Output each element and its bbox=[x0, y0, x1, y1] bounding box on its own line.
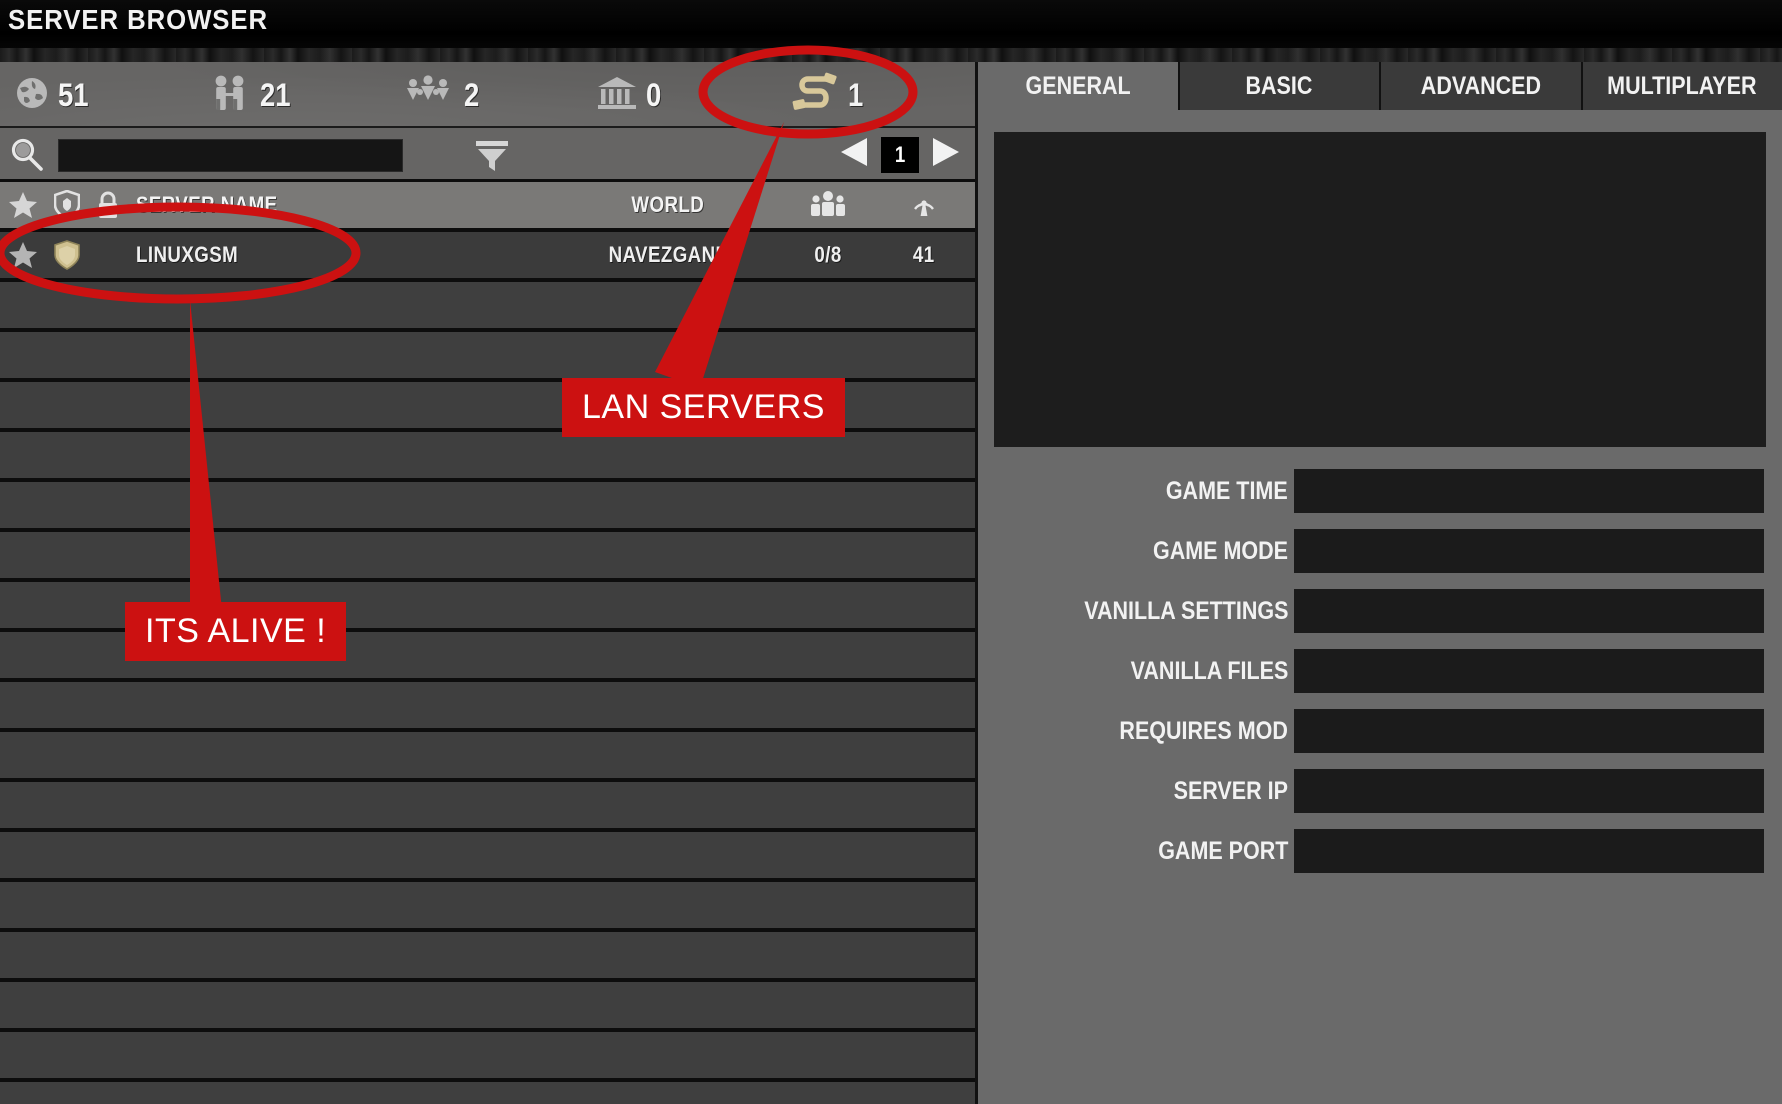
stat-value: 1 bbox=[848, 76, 864, 113]
column-header-world[interactable]: WORLD bbox=[563, 192, 773, 218]
list-item[interactable] bbox=[0, 1032, 975, 1078]
column-header-ping[interactable] bbox=[883, 187, 975, 224]
column-header-anticheat[interactable] bbox=[46, 190, 88, 220]
stat-value: 2 bbox=[464, 76, 480, 113]
stat-official-servers[interactable]: 0 bbox=[596, 62, 664, 128]
field-value bbox=[1294, 589, 1764, 633]
field-value bbox=[1294, 649, 1764, 693]
list-item[interactable] bbox=[0, 482, 975, 528]
detail-content: GAME TIME GAME MODE VANILLA SETTINGS VAN… bbox=[978, 110, 1782, 1104]
field-server-ip: SERVER IP bbox=[994, 769, 1766, 813]
favorite-toggle[interactable] bbox=[0, 241, 46, 269]
anticheat-shield-icon bbox=[46, 240, 88, 270]
list-item[interactable] bbox=[0, 982, 975, 1028]
prev-page-button[interactable] bbox=[837, 136, 871, 173]
stat-value: 0 bbox=[646, 76, 662, 113]
server-browser-window: SERVER BROWSER 51 21 2 0 1 1 SERVER NAME… bbox=[0, 0, 1782, 1104]
column-header-server-name[interactable]: SERVER NAME bbox=[128, 192, 563, 218]
list-item[interactable] bbox=[0, 282, 975, 328]
field-label: SERVER IP bbox=[1173, 776, 1288, 805]
page-number: 1 bbox=[894, 141, 906, 167]
stat-lan-servers[interactable]: 1 bbox=[790, 62, 866, 128]
search-input[interactable] bbox=[58, 139, 403, 172]
field-value bbox=[1294, 769, 1764, 813]
callout-lan-servers: LAN SERVERS bbox=[562, 378, 845, 437]
next-page-button[interactable] bbox=[929, 136, 963, 173]
field-vanilla-settings: VANILLA SETTINGS bbox=[994, 589, 1766, 633]
list-item[interactable] bbox=[0, 782, 975, 828]
server-list-panel: 51 21 2 0 1 1 SERVER NAME WORLD LINUXGSM… bbox=[0, 62, 975, 1104]
server-count-stats-bar: 51 21 2 0 1 bbox=[0, 62, 975, 128]
funnel-filter-icon[interactable] bbox=[472, 138, 512, 179]
field-label: VANILLA FILES bbox=[1130, 656, 1288, 685]
field-label: REQUIRES MOD bbox=[1119, 716, 1288, 745]
pagination: 1 bbox=[837, 136, 963, 173]
tab-basic[interactable]: BASIC bbox=[1179, 62, 1381, 110]
field-label: GAME TIME bbox=[1166, 476, 1288, 505]
official-bank-icon bbox=[596, 74, 638, 117]
field-requires-mod: REQUIRES MOD bbox=[994, 709, 1766, 753]
page-title: SERVER BROWSER bbox=[8, 4, 269, 35]
field-game-port: GAME PORT bbox=[994, 829, 1766, 873]
tab-advanced[interactable]: ADVANCED bbox=[1381, 62, 1583, 110]
search-filter-row: 1 bbox=[0, 128, 975, 182]
server-list-header: SERVER NAME WORLD bbox=[0, 182, 975, 228]
decorative-texture-strip bbox=[0, 48, 1782, 62]
detail-tabs: GENERAL BASIC ADVANCED MULTIPLAYER bbox=[978, 62, 1782, 110]
stat-internet-servers[interactable]: 51 bbox=[14, 62, 94, 128]
callout-its-alive: ITS ALIVE ! bbox=[125, 602, 347, 661]
field-game-time: GAME TIME bbox=[994, 469, 1766, 513]
stat-value: 21 bbox=[260, 76, 291, 113]
field-label: VANILLA SETTINGS bbox=[1083, 596, 1288, 625]
server-description-preview bbox=[994, 132, 1766, 447]
list-item[interactable] bbox=[0, 832, 975, 878]
server-players-cell: 0/8 bbox=[814, 242, 842, 267]
table-row[interactable]: LINUXGSM NAVEZGANE 0/8 41 bbox=[0, 232, 975, 278]
globe-icon bbox=[14, 75, 50, 116]
stat-value: 51 bbox=[58, 76, 89, 113]
list-item[interactable] bbox=[0, 332, 975, 378]
stat-friends-servers[interactable]: 21 bbox=[208, 62, 296, 128]
server-details-panel: GENERAL BASIC ADVANCED MULTIPLAYER GAME … bbox=[978, 62, 1782, 1104]
field-value bbox=[1294, 829, 1764, 873]
lan-cable-icon bbox=[790, 71, 840, 120]
column-header-players[interactable] bbox=[773, 189, 883, 222]
list-item[interactable] bbox=[0, 682, 975, 728]
field-label: GAME MODE bbox=[1153, 536, 1288, 565]
server-name-cell[interactable]: LINUXGSM bbox=[128, 242, 563, 268]
column-header-password[interactable] bbox=[88, 190, 128, 220]
column-header-favorite[interactable] bbox=[0, 191, 46, 219]
clan-icon bbox=[400, 74, 456, 117]
list-item[interactable] bbox=[0, 732, 975, 778]
field-value bbox=[1294, 469, 1764, 513]
list-item[interactable] bbox=[0, 1082, 975, 1104]
field-game-mode: GAME MODE bbox=[994, 529, 1766, 573]
friends-icon bbox=[208, 74, 252, 117]
stat-clan-servers[interactable]: 2 bbox=[400, 62, 482, 128]
field-vanilla-files: VANILLA FILES bbox=[994, 649, 1766, 693]
list-item[interactable] bbox=[0, 882, 975, 928]
list-item[interactable] bbox=[0, 532, 975, 578]
title-bar: SERVER BROWSER bbox=[0, 0, 1782, 48]
field-value bbox=[1294, 709, 1764, 753]
tab-multiplayer[interactable]: MULTIPLAYER bbox=[1582, 62, 1782, 110]
magnifier-icon[interactable] bbox=[8, 137, 46, 178]
server-ping-cell: 41 bbox=[913, 242, 935, 267]
server-world-cell: NAVEZGANE bbox=[608, 242, 728, 267]
field-label: GAME PORT bbox=[1157, 836, 1288, 865]
current-page-indicator[interactable]: 1 bbox=[881, 136, 919, 173]
field-value bbox=[1294, 529, 1764, 573]
list-item[interactable] bbox=[0, 932, 975, 978]
tab-general[interactable]: GENERAL bbox=[978, 62, 1180, 110]
list-item[interactable] bbox=[0, 432, 975, 478]
